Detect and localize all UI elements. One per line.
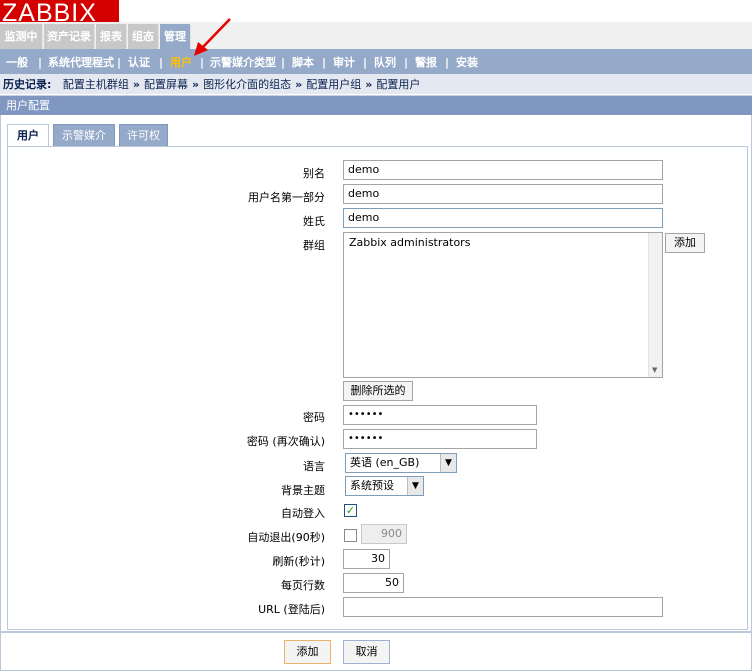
- submenu-authentication[interactable]: 认证: [128, 49, 150, 74]
- theme-select[interactable]: 系统预设 ▼: [345, 476, 424, 496]
- breadcrumb-users[interactable]: 配置用户: [376, 78, 420, 91]
- groups-label: 群组: [303, 239, 325, 252]
- submenu-divider: |: [117, 56, 122, 69]
- scroll-down-icon[interactable]: ▼: [652, 366, 657, 374]
- groups-scrollbar[interactable]: ▼: [648, 233, 662, 377]
- alias-input[interactable]: demo: [343, 160, 663, 180]
- group-option[interactable]: Zabbix administrators: [349, 236, 470, 249]
- autologout-checkbox[interactable]: [344, 529, 357, 542]
- submenu-installation[interactable]: 安装: [456, 49, 478, 74]
- breadcrumb-gui-config[interactable]: 图形化介面的组态: [203, 78, 291, 91]
- submenu-divider: |: [38, 56, 43, 69]
- tab-permissions[interactable]: 许可权: [119, 124, 168, 146]
- submenu-divider: |: [404, 56, 409, 69]
- rows-per-page-label: 每页行数: [281, 579, 325, 592]
- autologout-input[interactable]: 900: [361, 524, 407, 544]
- name-input[interactable]: demo: [343, 184, 663, 204]
- page-title: 用户配置: [0, 95, 752, 115]
- theme-value: 系统预设: [350, 479, 394, 492]
- theme-label: 背景主题: [281, 484, 325, 497]
- submenu-audit[interactable]: 审计: [333, 49, 355, 74]
- rows-per-page-input[interactable]: 50: [343, 573, 404, 593]
- submenu-scripts[interactable]: 脚本: [292, 49, 314, 74]
- main-menu: 监测中 资产记录 报表 组态 管理: [0, 22, 752, 49]
- breadcrumb-screens[interactable]: 配置屏幕: [144, 78, 188, 91]
- tab-media[interactable]: 示警媒介: [53, 124, 115, 146]
- groups-listbox[interactable]: Zabbix administrators ▼: [343, 232, 663, 378]
- cancel-button[interactable]: 取消: [343, 640, 390, 664]
- password-confirm-input[interactable]: ••••••: [343, 429, 537, 449]
- user-config-panel: 用户 示警媒介 许可权 别名 demo 用户名第一部分 demo 姓氏 demo…: [0, 115, 752, 632]
- submenu-notifications[interactable]: 警报: [415, 49, 437, 74]
- language-value: 英语 (en_GB): [350, 456, 420, 469]
- autologin-checkbox[interactable]: ✓: [344, 504, 357, 517]
- url-input[interactable]: [343, 597, 663, 617]
- submenu-proxies[interactable]: 系统代理程式: [48, 49, 114, 74]
- password-input[interactable]: ••••••: [343, 405, 537, 425]
- zabbix-logo[interactable]: ZABBIX: [0, 0, 119, 22]
- alias-label: 别名: [303, 167, 325, 180]
- language-label: 语言: [303, 460, 325, 473]
- submenu-divider: |: [281, 56, 286, 69]
- menu-administration[interactable]: 管理: [160, 24, 191, 49]
- submenu-divider: |: [445, 56, 450, 69]
- autologout-label: 自动退出(90秒): [247, 531, 325, 544]
- submenu-divider: |: [159, 56, 164, 69]
- add-group-button[interactable]: 添加: [665, 233, 705, 253]
- menu-monitoring[interactable]: 监测中: [0, 24, 43, 49]
- submenu-divider: |: [363, 56, 368, 69]
- user-form: 别名 demo 用户名第一部分 demo 姓氏 demo 群组 Zabbix a…: [7, 146, 748, 630]
- breadcrumb-sep: »: [132, 78, 141, 91]
- breadcrumb-host-groups[interactable]: 配置主机群组: [55, 78, 129, 91]
- submenu-general[interactable]: 一般: [6, 49, 28, 74]
- autologin-label: 自动登入: [281, 507, 325, 520]
- breadcrumb-sep: »: [295, 78, 303, 91]
- url-label: URL (登陆后): [258, 603, 325, 616]
- surname-input[interactable]: demo: [343, 208, 663, 228]
- history-label: 历史记录:: [3, 78, 52, 91]
- chevron-down-icon[interactable]: ▼: [440, 454, 456, 472]
- refresh-label: 刷新(秒计): [272, 555, 325, 568]
- password-label: 密码: [303, 411, 325, 424]
- name-label: 用户名第一部分: [248, 191, 325, 204]
- menu-reports[interactable]: 报表: [96, 24, 127, 49]
- breadcrumb-user-groups[interactable]: 配置用户组: [306, 78, 361, 91]
- menu-inventory[interactable]: 资产记录: [44, 24, 95, 49]
- menu-configuration[interactable]: 组态: [128, 24, 159, 49]
- refresh-input[interactable]: 30: [343, 549, 390, 569]
- breadcrumb-sep: »: [365, 78, 373, 91]
- submenu-queue[interactable]: 队列: [374, 49, 396, 74]
- language-select[interactable]: 英语 (en_GB) ▼: [345, 453, 457, 473]
- form-footer: 添加 取消: [0, 632, 752, 671]
- password-confirm-label: 密码 (再次确认): [246, 435, 325, 448]
- remove-selected-button[interactable]: 删除所选的: [343, 381, 413, 401]
- chevron-down-icon[interactable]: ▼: [407, 477, 423, 495]
- sub-menu: 一般 | 系统代理程式 | 认证 | 用户 | 示警媒介类型 | 脚本 | 审计…: [0, 49, 752, 74]
- annotation-arrow-icon: [194, 18, 231, 56]
- breadcrumb-sep: »: [192, 78, 200, 91]
- submenu-divider: |: [322, 56, 327, 69]
- add-button[interactable]: 添加: [284, 640, 331, 664]
- tab-user[interactable]: 用户: [7, 124, 49, 147]
- surname-label: 姓氏: [303, 215, 325, 228]
- breadcrumb: 历史记录: 配置主机群组» 配置屏幕» 图形化介面的组态» 配置用户组» 配置用户: [0, 74, 752, 94]
